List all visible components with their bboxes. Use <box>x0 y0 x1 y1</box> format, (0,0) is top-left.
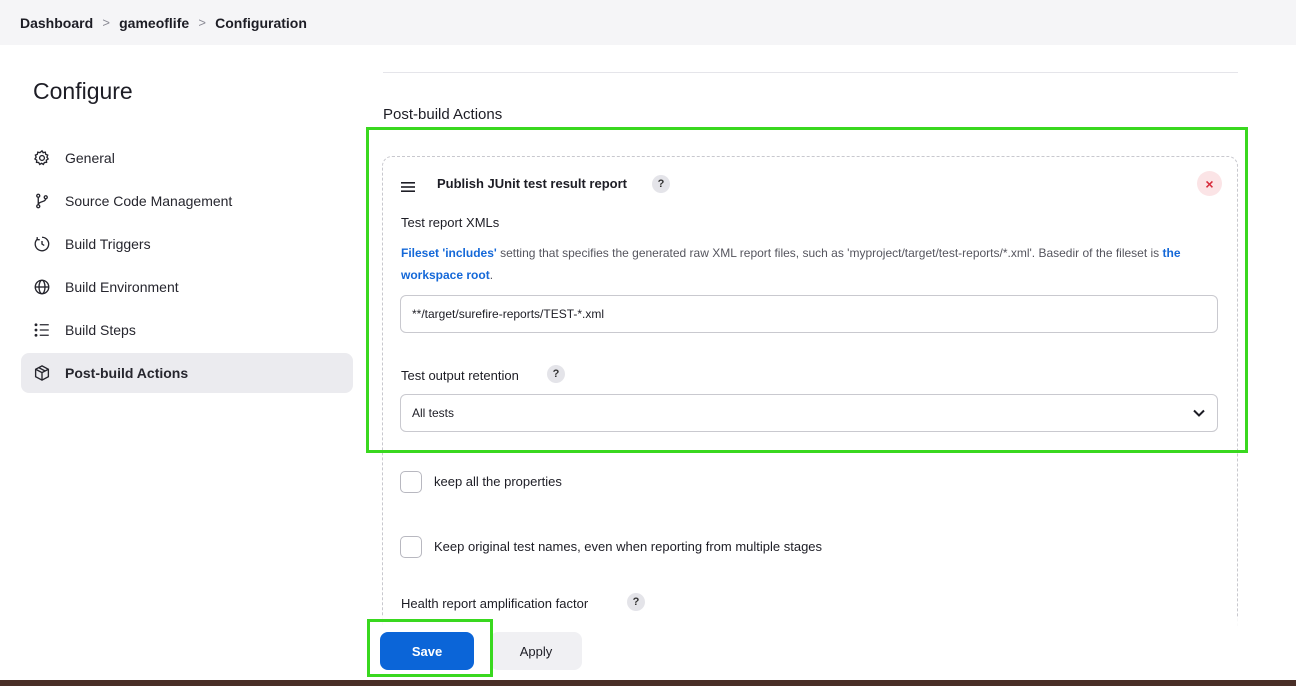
test-report-xmls-input[interactable] <box>400 295 1218 333</box>
sidebar-item-post-build-actions[interactable]: Post-build Actions <box>21 353 353 393</box>
breadcrumb-configuration[interactable]: Configuration <box>215 15 307 31</box>
breadcrumb: Dashboard > gameoflife > Configuration <box>0 0 1296 45</box>
test-output-retention-select[interactable]: All tests <box>400 394 1218 432</box>
fileset-includes-link[interactable]: Fileset 'includes' <box>401 246 497 260</box>
keep-properties-label: keep all the properties <box>434 474 562 489</box>
package-icon <box>33 364 51 382</box>
section-divider <box>383 72 1238 73</box>
sidebar-item-label: Build Environment <box>65 279 179 295</box>
sidebar-item-build-environment[interactable]: Build Environment <box>21 267 353 307</box>
sidebar-item-label: Build Steps <box>65 322 136 338</box>
delete-button[interactable]: × <box>1197 171 1222 196</box>
sidebar-item-label: General <box>65 150 115 166</box>
chevron-down-icon <box>1193 409 1205 417</box>
description-text: setting that specifies the generated raw… <box>496 246 1163 260</box>
window-bottom-edge <box>0 680 1296 686</box>
help-icon[interactable]: ? <box>627 593 645 611</box>
list-icon <box>33 321 51 339</box>
help-icon[interactable]: ? <box>547 365 565 383</box>
sidebar-item-label: Post-build Actions <box>65 365 189 381</box>
plugin-card <box>382 156 1238 626</box>
sidebar-item-build-triggers[interactable]: Build Triggers <box>21 224 353 264</box>
sidebar-item-build-steps[interactable]: Build Steps <box>21 310 353 350</box>
help-icon[interactable]: ? <box>652 175 670 193</box>
test-report-xmls-label: Test report XMLs <box>401 215 500 230</box>
description-text: . <box>489 268 494 282</box>
select-value: All tests <box>412 406 455 420</box>
sidebar-item-label: Source Code Management <box>65 193 233 209</box>
breadcrumb-separator: > <box>102 15 110 30</box>
timer-icon <box>33 235 51 253</box>
test-output-retention-label: Test output retention <box>401 368 519 383</box>
breadcrumb-separator: > <box>198 15 206 30</box>
action-bar <box>0 617 1296 680</box>
health-factor-label: Health report amplification factor <box>401 596 589 611</box>
sidebar-nav: General Source Code Management Build Tri… <box>21 138 353 396</box>
globe-icon <box>33 278 51 296</box>
test-report-xmls-description: Fileset 'includes' setting that specifie… <box>401 242 1221 286</box>
plugin-title: Publish JUnit test result report <box>437 176 627 191</box>
gear-icon <box>33 149 51 167</box>
keep-test-names-label: Keep original test names, even when repo… <box>434 539 823 554</box>
sidebar-item-general[interactable]: General <box>21 138 353 178</box>
page-title: Configure <box>33 78 133 104</box>
breadcrumb-dashboard[interactable]: Dashboard <box>20 15 93 31</box>
sidebar-item-source-code-management[interactable]: Source Code Management <box>21 181 353 221</box>
keep-properties-checkbox[interactable] <box>400 471 422 493</box>
sidebar-item-label: Build Triggers <box>65 236 151 252</box>
keep-test-names-checkbox[interactable] <box>400 536 422 558</box>
save-button[interactable]: Save <box>380 632 474 670</box>
branch-icon <box>33 192 51 210</box>
breadcrumb-gameoflife[interactable]: gameoflife <box>119 15 189 31</box>
apply-button[interactable]: Apply <box>490 632 582 670</box>
drag-handle-icon[interactable] <box>401 182 415 192</box>
section-title: Post-build Actions <box>383 106 503 123</box>
